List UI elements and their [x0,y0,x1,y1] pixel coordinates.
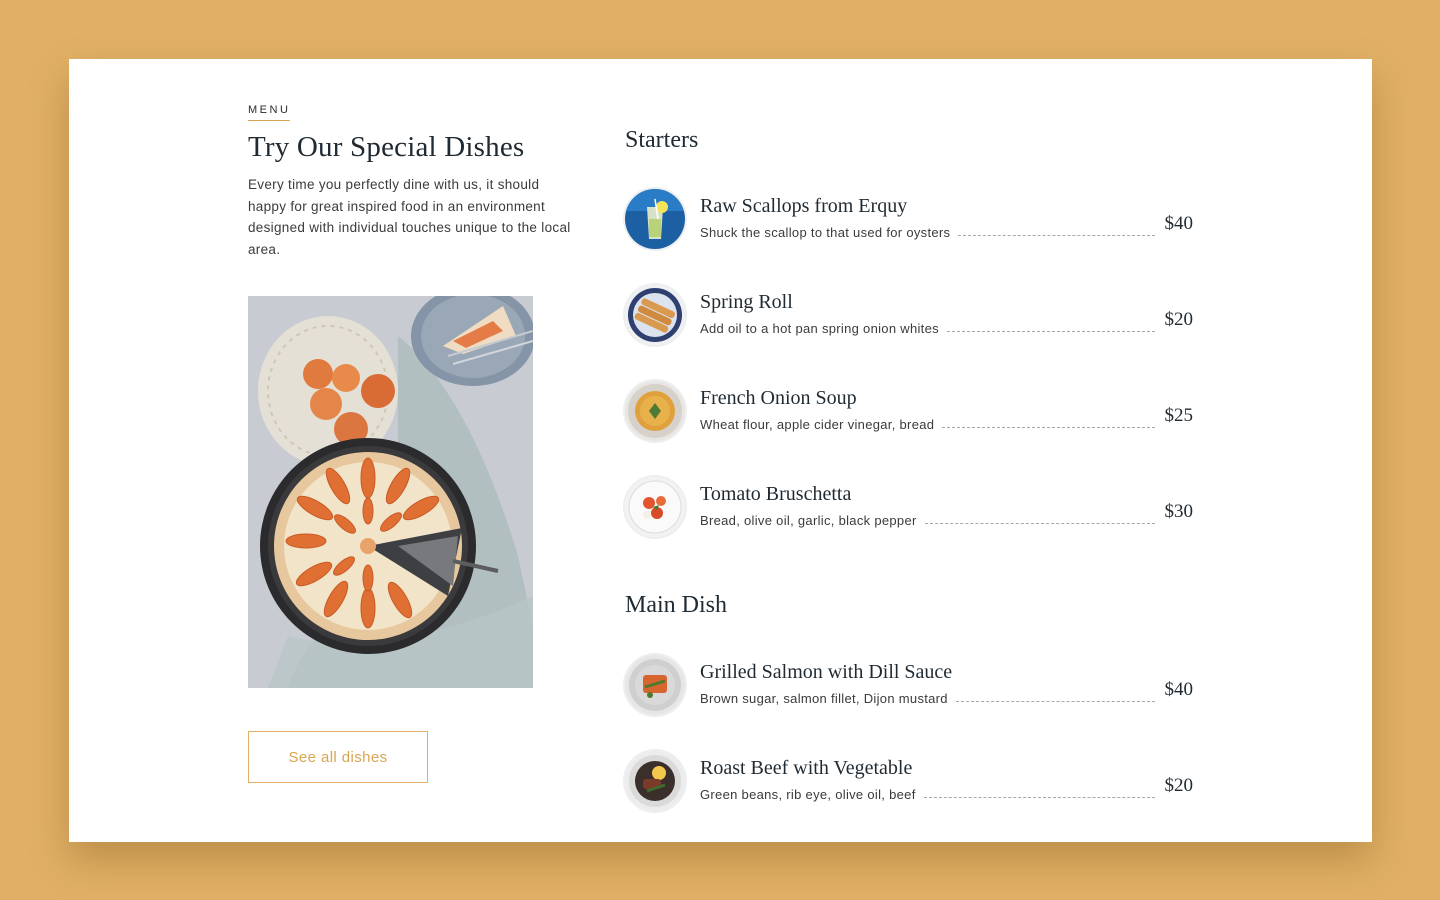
dotted-leader [946,331,1155,332]
item-description: Shuck the scallop to that used for oyste… [700,225,951,240]
section-heading-main-dish: Main Dish [625,592,727,618]
item-price: $40 [1164,213,1194,234]
item-price: $30 [1164,501,1194,522]
item-description-row: Wheat flour, apple cider vinegar, bread [700,417,1155,432]
item-name: Grilled Salmon with Dill Sauce [700,661,953,683]
dotted-leader [924,523,1155,524]
item-description: Green beans, rib eye, olive oil, beef [700,787,916,802]
item-description: Wheat flour, apple cider vinegar, bread [700,417,935,432]
intro-description: Every time you perfectly dine with us, i… [248,177,571,257]
item-description: Bread, olive oil, garlic, black pepper [700,513,917,528]
menu-item[interactable]: Spring Roll Add oil to a hot pan spring … [625,285,1195,347]
dotted-leader [955,701,1155,702]
menu-item[interactable]: Grilled Salmon with Dill Sauce Brown sug… [625,655,1195,717]
bruschetta-icon [625,477,685,537]
see-all-dishes-button[interactable]: See all dishes [248,731,428,783]
item-description-row: Brown sugar, salmon fillet, Dijon mustar… [700,691,1155,706]
soup-bowl-icon [625,381,685,441]
item-description-row: Shuck the scallop to that used for oyste… [700,225,1155,240]
menu-item[interactable]: Raw Scallops from Erquy Shuck the scallo… [625,189,1195,251]
item-price: $40 [1164,679,1194,700]
salmon-plate-icon [625,655,685,715]
item-name: Tomato Bruschetta [700,483,852,505]
cocktail-glass-icon [625,189,685,249]
item-description-row: Add oil to a hot pan spring onion whites [700,321,1155,336]
item-price: $20 [1164,775,1194,796]
hero-image-peach-tart [248,296,533,688]
roast-beef-plate-icon [625,751,685,811]
item-name: Spring Roll [700,291,793,313]
item-description: Add oil to a hot pan spring onion whites [700,321,939,336]
dotted-leader [923,797,1155,798]
menu-item[interactable]: Roast Beef with Vegetable Green beans, r… [625,751,1195,813]
item-price: $20 [1164,309,1194,330]
dotted-leader [958,235,1155,236]
item-price: $25 [1164,405,1194,426]
dotted-leader [942,427,1155,428]
item-name: Roast Beef with Vegetable [700,757,913,779]
menu-card: MENU Try Our Special Dishes Every time y… [69,59,1372,842]
item-name: Raw Scallops from Erquy [700,195,908,217]
item-description-row: Green beans, rib eye, olive oil, beef [700,787,1155,802]
item-description: Brown sugar, salmon fillet, Dijon mustar… [700,691,948,706]
menu-eyebrow: MENU [248,104,291,121]
section-heading-starters: Starters [625,127,699,153]
menu-item[interactable]: French Onion Soup Wheat flour, apple cid… [625,381,1195,443]
page-title: Try Our Special Dishes [248,131,525,163]
item-description-row: Bread, olive oil, garlic, black pepper [700,513,1155,528]
spring-roll-icon [625,285,685,345]
menu-item[interactable]: Tomato Bruschetta Bread, olive oil, garl… [625,477,1195,539]
item-name: French Onion Soup [700,387,857,409]
